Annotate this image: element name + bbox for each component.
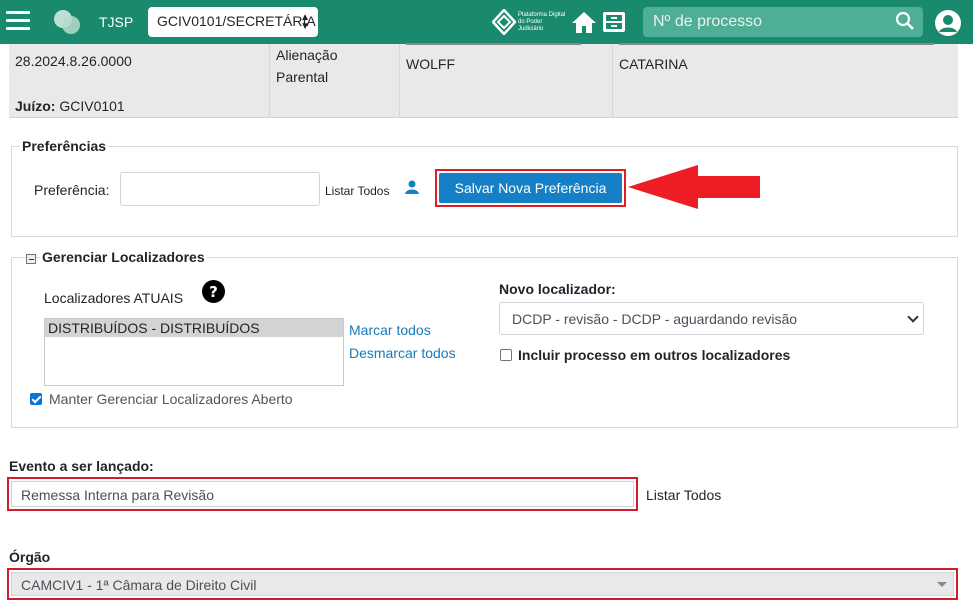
juizo-row: Juízo: GCIV0101: [15, 95, 269, 117]
select-arrows-icon: ▲ ▼: [300, 12, 310, 32]
evento-value: Remessa Interna para Revisão: [21, 487, 214, 503]
pdpj-diamond-icon: [491, 8, 517, 36]
cut-text-line: [406, 43, 581, 47]
localizadores-atuais-label: Localizadores ATUAIS: [44, 290, 184, 306]
juizo-label: Juízo:: [15, 98, 56, 114]
eproc-logo: [54, 10, 80, 34]
novo-localizador-value: DCDP - revisão - DCDP - aguardando revis…: [512, 311, 798, 327]
desmarcar-todos-link[interactable]: Desmarcar todos: [349, 345, 456, 361]
evento-listar-todos-link[interactable]: Listar Todos: [646, 487, 721, 503]
party-2-name: CATARINA: [619, 56, 688, 72]
unit-select-value: GCIV0101/SECRETÁRIA: [157, 13, 316, 29]
process-number-cell: 28.2024.8.26.0000 Juízo: GCIV0101: [9, 44, 270, 118]
orgao-select-field[interactable]: CAMCIV1 - 1ª Câmara de Direito Civil: [11, 572, 954, 596]
top-navbar: TJSP GCIV0101/SECRETÁRIA ▲ ▼ Plataforma D…: [0, 0, 973, 44]
pref-listar-todos-link[interactable]: Listar Todos: [325, 184, 389, 198]
search-placeholder: Nº de processo: [653, 13, 763, 30]
preferencia-label: Preferência:: [34, 182, 110, 198]
orgao-select[interactable]: CAMCIV1 - 1ª Câmara de Direito Civil: [7, 568, 958, 600]
help-icon[interactable]: ?: [202, 280, 225, 303]
preferencia-input[interactable]: [120, 172, 320, 206]
incluir-outros-checkbox[interactable]: [500, 349, 512, 361]
process-header-table: 28.2024.8.26.0000 Juízo: GCIV0101 Aliena…: [9, 43, 958, 118]
dropdown-arrow-icon: [937, 582, 947, 587]
process-number: 28.2024.8.26.0000: [15, 53, 132, 69]
keep-open-label: Manter Gerenciar Localizadores Aberto: [49, 391, 293, 407]
home-icon[interactable]: [571, 10, 597, 34]
class-line-2: Parental: [276, 69, 329, 85]
user-account-icon[interactable]: [934, 9, 962, 37]
pdpj-text: Plataforma Digital do Poder Judiciário: [518, 12, 566, 32]
save-preference-button[interactable]: Salvar Nova Preferência: [439, 173, 622, 203]
save-preference-highlight: Salvar Nova Preferência: [435, 169, 626, 207]
localizadores-panel: Gerenciar Localizadores Localizadores AT…: [11, 249, 958, 428]
party-1-name: WOLFF: [406, 56, 455, 72]
hamburger-menu-icon[interactable]: [6, 11, 30, 31]
party-1-cell: WOLFF: [400, 43, 613, 118]
evento-label: Evento a ser lançado:: [9, 458, 154, 474]
inbox-icon[interactable]: [601, 10, 627, 34]
marcar-todos-link[interactable]: Marcar todos: [349, 322, 431, 338]
chevron-down-icon: [907, 311, 919, 323]
process-class-cell: Alienação Parental: [270, 44, 400, 118]
keep-open-checkbox[interactable]: [30, 393, 42, 405]
orgao-value: CAMCIV1 - 1ª Câmara de Direito Civil: [21, 577, 257, 593]
evento-input[interactable]: Remessa Interna para Revisão: [7, 477, 638, 511]
collapse-icon[interactable]: [26, 254, 36, 264]
cut-text-line: [619, 43, 934, 47]
juizo-value: GCIV0101: [59, 98, 125, 114]
incluir-outros-label: Incluir processo em outros localizadores: [518, 347, 791, 363]
evento-input-field[interactable]: Remessa Interna para Revisão: [11, 481, 634, 507]
orgao-label: Órgão: [9, 549, 51, 565]
localizador-option[interactable]: DISTRIBUÍDOS - DISTRIBUÍDOS: [45, 319, 343, 337]
person-icon[interactable]: [404, 179, 420, 195]
localizadores-legend: Gerenciar Localizadores: [40, 249, 207, 265]
novo-localizador-select[interactable]: DCDP - revisão - DCDP - aguardando revis…: [499, 302, 924, 335]
process-search-input[interactable]: Nº de processo: [643, 7, 923, 37]
cut-row: [15, 42, 269, 50]
preferencias-legend: Preferências: [20, 138, 109, 154]
class-line-1: Alienação: [276, 47, 338, 63]
court-name: TJSP: [99, 14, 134, 30]
novo-localizador-label: Novo localizador:: [499, 281, 616, 297]
party-2-cell: CATARINA: [613, 43, 958, 118]
preferencias-panel: Preferências Preferência: Listar Todos S…: [11, 138, 958, 237]
search-icon[interactable]: [895, 11, 915, 31]
red-arrow-annotation: [628, 165, 760, 209]
localizadores-atuais-list[interactable]: DISTRIBUÍDOS - DISTRIBUÍDOS: [44, 318, 344, 386]
pdpj-logo[interactable]: Plataforma Digital do Poder Judiciário: [491, 8, 568, 37]
svg-text:?: ?: [209, 283, 218, 301]
unit-select[interactable]: GCIV0101/SECRETÁRIA ▲ ▼: [148, 7, 318, 37]
